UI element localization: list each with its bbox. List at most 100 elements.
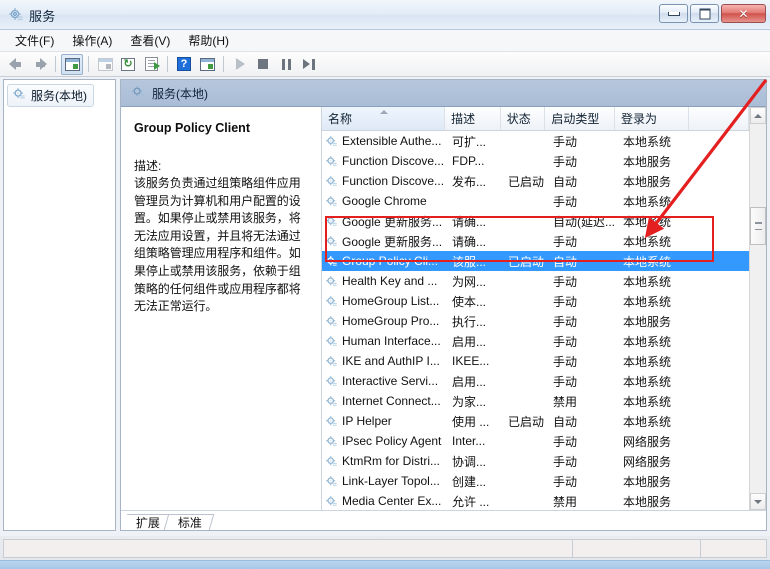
cell-startup-type: 手动 [547, 373, 617, 390]
service-name-text: IP Helper [342, 414, 392, 428]
menu-help[interactable]: 帮助(H) [179, 30, 238, 51]
service-name-text: IKE and AuthIP I... [342, 354, 440, 368]
table-row[interactable]: IP Helper 使用 ... 已启动 自动 本地系统 [322, 411, 749, 431]
cell-service-name: HomeGroup List... [322, 294, 446, 308]
service-name-text: Human Interface... [342, 334, 441, 348]
cell-log-on-as: 本地系统 [617, 193, 692, 210]
scroll-up-button[interactable] [750, 107, 766, 124]
services-detail-pane: 服务(本地) Group Policy Client 描述: 该服务负责通过组策… [120, 79, 767, 531]
table-row[interactable]: Link-Layer Topol... 创建... 手动 本地服务 [322, 471, 749, 491]
column-header-name-label: 名称 [328, 110, 352, 127]
pause-service-button[interactable] [275, 54, 297, 75]
cell-description: 协调... [446, 453, 502, 470]
service-name-text: Extensible Authe... [342, 134, 441, 148]
refresh-button[interactable]: ↻ [117, 54, 139, 75]
table-row[interactable]: IPsec Policy Agent Inter... 手动 网络服务 [322, 431, 749, 451]
table-row[interactable]: Group Policy Cli... 该服... 已启动 自动 本地系统 [322, 251, 749, 271]
stop-service-button[interactable] [252, 54, 274, 75]
scroll-down-button[interactable] [750, 493, 766, 510]
export-list-button[interactable] [140, 54, 162, 75]
table-row[interactable]: Interactive Servi... 启用... 手动 本地系统 [322, 371, 749, 391]
minimize-button[interactable] [659, 4, 688, 23]
maximize-button[interactable] [690, 4, 719, 23]
table-row[interactable]: Health Key and ... 为网... 手动 本地系统 [322, 271, 749, 291]
cell-description: 发布... [446, 173, 502, 190]
table-row[interactable]: IKE and AuthIP I... IKEE... 手动 本地系统 [322, 351, 749, 371]
cell-description: IKEE... [446, 354, 502, 368]
status-pane-tertiary [701, 540, 766, 557]
show-hide-action-pane-button[interactable] [196, 54, 218, 75]
restart-service-button[interactable] [298, 54, 320, 75]
column-header-status-label: 状态 [507, 110, 531, 127]
description-label: 描述: [134, 157, 311, 174]
table-row[interactable]: KtmRm for Distri... 协调... 手动 网络服务 [322, 451, 749, 471]
cell-description: 启用... [446, 333, 502, 350]
services-rows: Extensible Authe... 可扩... 手动 本地系统 Func [322, 131, 749, 510]
cell-status: 已启动 [502, 173, 547, 190]
cell-description: 使用 ... [446, 413, 502, 430]
cell-service-name: Function Discove... [322, 154, 446, 168]
cell-description: 创建... [446, 473, 502, 490]
show-hide-console-tree-button[interactable] [61, 54, 83, 75]
table-row[interactable]: Media Center Ex... 允许 ... 禁用 本地服务 [322, 491, 749, 510]
cell-service-name: IPsec Policy Agent [322, 434, 446, 448]
table-row[interactable]: Human Interface... 启用... 手动 本地系统 [322, 331, 749, 351]
minimize-icon [668, 12, 680, 16]
cell-service-name: Media Center Ex... [322, 494, 446, 508]
cell-service-name: IP Helper [322, 414, 446, 428]
service-gear-icon [325, 355, 338, 368]
service-name-text: Link-Layer Topol... [342, 474, 440, 488]
table-row[interactable]: Google 更新服务... 请确... 手动 本地系统 [322, 231, 749, 251]
service-name-text: Internet Connect... [342, 394, 441, 408]
back-arrow-icon [9, 58, 24, 71]
cell-log-on-as: 本地服务 [617, 473, 692, 490]
table-row[interactable]: Extensible Authe... 可扩... 手动 本地系统 [322, 131, 749, 151]
cell-description: FDP... [446, 154, 502, 168]
table-row[interactable]: Function Discove... 发布... 已启动 自动 本地服务 [322, 171, 749, 191]
column-header-log-on-as[interactable]: 登录为 [615, 107, 689, 130]
cell-startup-type: 自动(延迟... [547, 213, 617, 230]
table-row[interactable]: HomeGroup Pro... 执行... 手动 本地服务 [322, 311, 749, 331]
help-button[interactable]: ? [173, 54, 195, 75]
table-row[interactable]: Google Chrome 手动 本地系统 [322, 191, 749, 211]
table-row[interactable]: HomeGroup List... 使本... 手动 本地系统 [322, 291, 749, 311]
cell-startup-type: 自动 [547, 173, 617, 190]
vertical-scrollbar[interactable] [749, 107, 766, 510]
services-gear-icon [8, 7, 24, 23]
back-button[interactable] [5, 54, 27, 75]
column-header-startup-type[interactable]: 启动类型 [545, 107, 615, 130]
column-header-description[interactable]: 描述 [445, 107, 501, 130]
service-gear-icon [325, 295, 338, 308]
cell-service-name: Interactive Servi... [322, 374, 446, 388]
start-service-button[interactable] [229, 54, 251, 75]
cell-description: 为家... [446, 393, 502, 410]
forward-button[interactable] [28, 54, 50, 75]
stop-icon [258, 59, 268, 69]
service-gear-icon [325, 195, 338, 208]
properties-button[interactable] [94, 54, 116, 75]
menu-action[interactable]: 操作(A) [63, 30, 121, 51]
console-tree-pane: 服务(本地) [3, 79, 116, 531]
tab-standard[interactable]: 标准 [164, 514, 215, 530]
action-pane-icon [200, 58, 215, 71]
menu-file[interactable]: 文件(F) [6, 30, 63, 51]
menu-view[interactable]: 查看(V) [121, 30, 179, 51]
column-header-status[interactable]: 状态 [501, 107, 546, 130]
cell-log-on-as: 本地服务 [617, 153, 692, 170]
export-icon [145, 57, 158, 71]
column-header-name[interactable]: 名称 [322, 107, 445, 130]
service-gear-icon [325, 315, 338, 328]
content-area: 服务(本地) [0, 77, 770, 536]
table-row[interactable]: Function Discove... FDP... 手动 本地服务 [322, 151, 749, 171]
service-name-text: HomeGroup List... [342, 294, 439, 308]
cell-description: Inter... [446, 434, 502, 448]
tree-node-services-local[interactable]: 服务(本地) [7, 84, 94, 107]
scrollbar-thumb[interactable] [750, 207, 766, 245]
console-tree-icon [65, 58, 80, 71]
table-row[interactable]: Google 更新服务... 请确... 自动(延迟... 本地系统 [322, 211, 749, 231]
toolbar-separator-1 [55, 56, 56, 72]
close-button[interactable]: ✕ [721, 4, 766, 23]
table-row[interactable]: Internet Connect... 为家... 禁用 本地系统 [322, 391, 749, 411]
column-header-extra[interactable] [689, 107, 749, 130]
pane-header: 服务(本地) [121, 80, 766, 107]
